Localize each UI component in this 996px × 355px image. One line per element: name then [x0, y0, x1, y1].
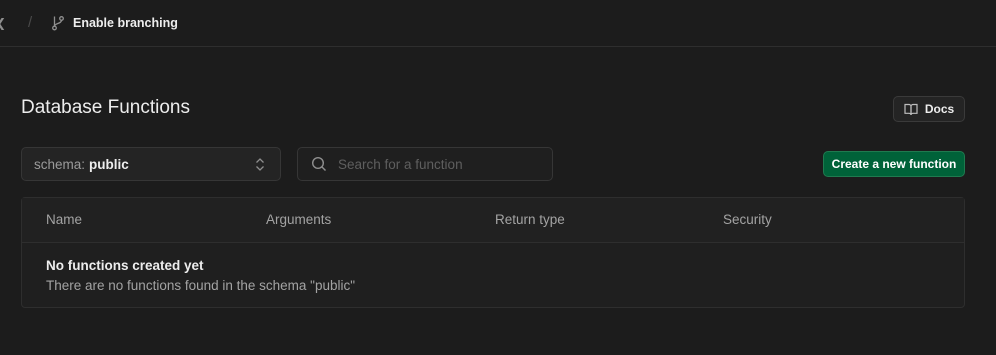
breadcrumb-separator: /: [28, 14, 33, 31]
empty-state-title: No functions created yet: [46, 258, 204, 273]
search-icon: [311, 156, 326, 171]
schema-prefix-label: schema:: [34, 156, 86, 172]
table-header: Name Arguments Return type Security: [22, 198, 964, 243]
page-title: Database Functions: [21, 97, 190, 118]
column-header-security: Security: [723, 212, 772, 227]
create-new-function-button[interactable]: Create a new function: [823, 151, 965, 177]
docs-button-label: Docs: [924, 102, 955, 116]
schema-selected-value: public: [89, 156, 129, 172]
column-header-arguments: Arguments: [266, 212, 332, 227]
docs-button[interactable]: Docs: [893, 96, 965, 122]
empty-state-description: There are no functions found in the sche…: [46, 278, 356, 293]
book-open-icon: [904, 103, 918, 115]
column-header-name: Name: [46, 212, 83, 227]
top-navigation-bar: ❮ / Enable branching: [0, 0, 996, 47]
functions-table: Name Arguments Return type Security No f…: [21, 197, 965, 308]
schema-selector[interactable]: schema: public: [21, 147, 281, 181]
column-header-return-type: Return type: [495, 212, 565, 227]
enable-branching-button[interactable]: Enable branching: [73, 16, 178, 30]
search-input[interactable]: [338, 148, 548, 180]
git-branch-icon: [52, 16, 64, 31]
function-search-box: [297, 147, 553, 181]
chevron-left-icon[interactable]: ❮: [0, 16, 6, 30]
chevron-up-down-icon: [256, 158, 264, 171]
